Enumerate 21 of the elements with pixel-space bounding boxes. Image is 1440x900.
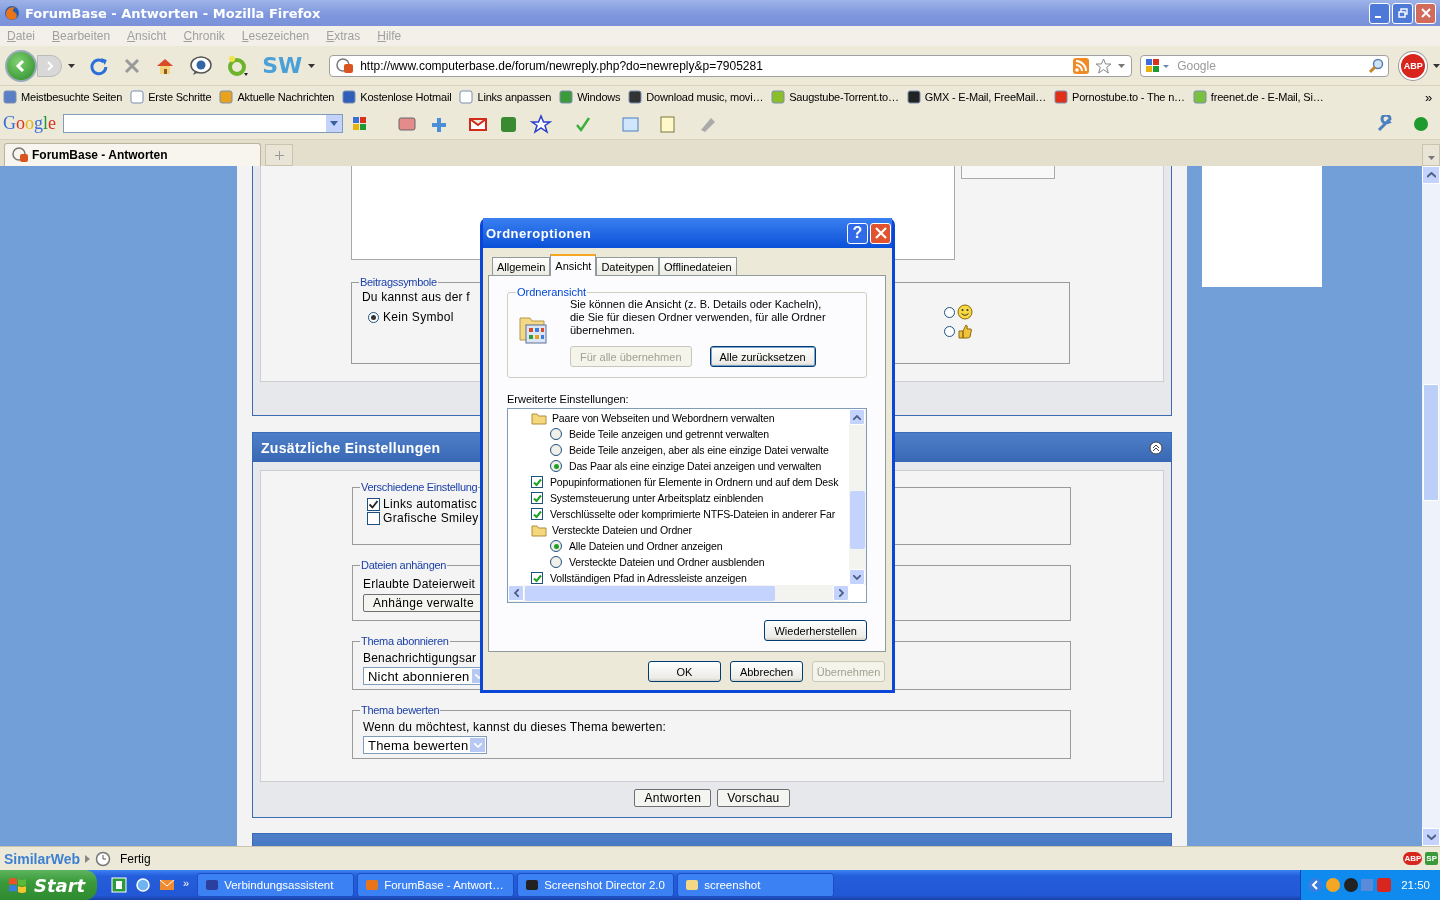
url-text: http://www.computerbase.de/forum/newreply.php?do=newreply&p=7905281 [360, 58, 764, 73]
group-legend: Ordneransicht [516, 286, 588, 298]
clock: 21:50 [1401, 879, 1430, 891]
panel-title: Zusätzliche Einstellungen [261, 439, 441, 456]
dialog-title: Ordneroptionen [486, 225, 592, 241]
setting-group-label: Versteckte Dateien und Ordner [552, 524, 692, 536]
status-text: Fertig [120, 851, 151, 866]
window-title: ForumBase - Antworten - Mozilla Firefox [25, 5, 321, 21]
setting-group-label: Paare von Webseiten und Webordnern verwalten [552, 412, 775, 424]
group-legend: Dateien anhängen [360, 559, 448, 571]
group-text: Benachrichtigungsar [363, 651, 477, 665]
group-legend: Thema abonnieren [360, 635, 450, 647]
group-legend: Beitragssymbole [359, 276, 438, 288]
description-text: Sie können die Ansicht (z. B. Details oder Kacheln), die Sie für diesen Ordner verwenden, für alle Ordner übernehmen. [570, 298, 827, 337]
group-text: Wenn du möchtest, kannst du dieses Thema bewerten: [363, 720, 667, 734]
group-legend: Thema bewerten [360, 704, 441, 716]
group-text: Erlaubte Dateierweit [363, 577, 476, 591]
section-label: Erweiterte Einstellungen: [507, 393, 630, 405]
group-text: Du kannst aus der f [362, 290, 470, 304]
group-legend: Verschiedene Einstellung [360, 481, 479, 493]
google-logo: Google [3, 113, 56, 134]
